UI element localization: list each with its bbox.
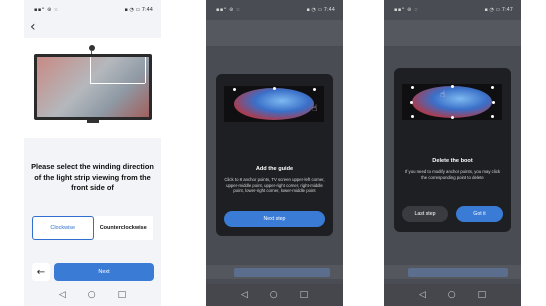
tv-frame [34, 54, 152, 120]
got-it-button[interactable]: Got it [456, 206, 503, 222]
page-title: Please select the winding direction of t… [31, 162, 154, 192]
back-icon[interactable]: ‹ [30, 20, 36, 34]
status-right: ▪ ◔ ▭ 7:44 [306, 7, 335, 13]
screen-add-guide: ▪▪ᐞ ⊛ ⁙ ▪ ◔ ▭ 7:44 ☝ Add the guide Click… [206, 0, 343, 306]
background-header [384, 20, 521, 46]
anchor-point[interactable] [410, 101, 413, 104]
back-arrow-icon[interactable]: ← [32, 263, 50, 281]
status-left: ▪▪ᐞ ⊛ ⁙ [216, 7, 241, 13]
background-footer [384, 265, 521, 279]
dialog-body: Click to 8 anchor points, TV screen uppe… [224, 177, 325, 194]
anchor-point[interactable] [313, 88, 316, 91]
camera-icon [89, 45, 95, 51]
next-button[interactable]: Next [54, 263, 154, 281]
tv-preview-image: ☝ [224, 86, 324, 122]
guide-line [90, 57, 91, 83]
anchor-point[interactable] [273, 87, 276, 90]
screen-delete-boot: ▪▪ᐞ ⊛ ⁙ ▪ ◔ ▭ 7:47 ☝ Delete the boot If … [384, 0, 521, 306]
status-left: ▪▪ᐞ ⊛ ⁙ [34, 7, 59, 13]
status-bar: ▪▪ᐞ ⊛ ⁙ ▪ ◔ ▭ 7:47 [384, 0, 521, 20]
screen-wallpaper [412, 86, 492, 118]
anchor-point[interactable] [492, 101, 495, 104]
dialog-title: Add the guide [255, 166, 294, 172]
background-header [206, 20, 343, 46]
status-right: ▪ ◔ ▭ 7:47 [484, 7, 513, 13]
tv-stand [87, 120, 99, 123]
delete-dialog: ☝ Delete the boot If you need to modify … [394, 68, 511, 232]
background-button [234, 268, 330, 277]
anchor-point[interactable] [491, 86, 494, 89]
anchor-point[interactable] [411, 86, 414, 89]
nav-recent-icon[interactable]: □ [478, 290, 487, 300]
nav-home-icon[interactable]: ○ [448, 290, 456, 300]
next-step-button[interactable]: Next step [224, 211, 325, 227]
status-right: ▪ ◔ ▭ 7:44 [124, 7, 153, 13]
guide-dialog: ☝ Add the guide Click to 8 anchor points… [216, 74, 333, 236]
tv-illustration [24, 38, 161, 138]
clockwise-option[interactable]: Clockwise [32, 216, 94, 240]
nav-back-icon[interactable]: ◁ [419, 290, 426, 300]
system-nav-bar: ◁ ○ □ [206, 284, 343, 306]
nav-back-icon[interactable]: ◁ [59, 290, 66, 300]
anchor-point[interactable] [451, 116, 454, 119]
hand-pointer-icon: ☝ [440, 90, 446, 100]
anchor-point[interactable] [451, 85, 454, 88]
dialog-title: Delete the boot [432, 158, 473, 164]
hand-pointer-icon: ☝ [312, 104, 318, 114]
anchor-point[interactable] [411, 115, 414, 118]
tv-preview-image: ☝ [402, 84, 502, 120]
nav-home-icon[interactable]: ○ [88, 290, 96, 300]
tv-screen [37, 57, 149, 117]
dialog-body: If you need to modify anchor points, you… [404, 169, 501, 180]
anchor-point[interactable] [233, 88, 236, 91]
background-button [408, 268, 508, 277]
status-left: ▪▪ᐞ ⊛ ⁙ [394, 7, 419, 13]
counterclockwise-option[interactable]: Counterclockwise [93, 216, 153, 240]
last-step-button[interactable]: Last step [402, 206, 448, 222]
screen-winding-direction: ▪▪ᐞ ⊛ ⁙ ▪ ◔ ▭ 7:44 ‹ Please select the w… [24, 0, 161, 306]
status-bar: ▪▪ᐞ ⊛ ⁙ ▪ ◔ ▭ 7:44 [24, 0, 161, 20]
screen-wallpaper [234, 88, 314, 120]
nav-recent-icon[interactable]: □ [118, 290, 127, 300]
status-bar: ▪▪ᐞ ⊛ ⁙ ▪ ◔ ▭ 7:44 [206, 0, 343, 20]
direction-selector: Clockwise Counterclockwise [32, 216, 153, 240]
guide-line [145, 57, 146, 83]
nav-recent-icon[interactable]: □ [300, 290, 309, 300]
system-nav-bar: ◁ ○ □ [384, 284, 521, 306]
guide-line [90, 83, 145, 84]
nav-back-icon[interactable]: ◁ [241, 290, 248, 300]
system-nav-bar: ◁ ○ □ [24, 284, 161, 306]
background-footer [206, 265, 343, 279]
anchor-point[interactable] [491, 115, 494, 118]
nav-home-icon[interactable]: ○ [270, 290, 278, 300]
